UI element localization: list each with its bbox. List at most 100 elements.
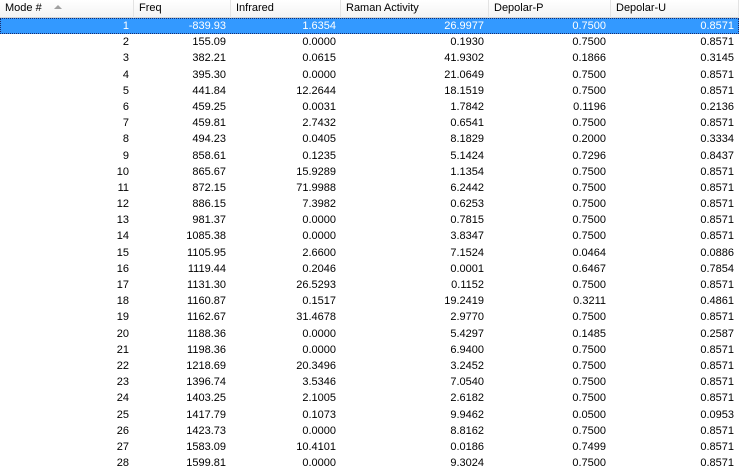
table-row[interactable]: 11 872.15 71.9988 6.2442 0.7500 0.8571 bbox=[0, 180, 739, 196]
table-cell: 0.3145 bbox=[700, 52, 734, 65]
table-cell: 71.9988 bbox=[296, 181, 336, 194]
table-cell: 7 bbox=[122, 117, 129, 130]
table-cell: 0.7500 bbox=[572, 36, 606, 49]
table-cell: 0.8571 bbox=[700, 181, 734, 194]
table-row[interactable]: 3 382.21 0.0615 41.9302 0.1866 0.3145 bbox=[0, 50, 739, 66]
table-cell: 31.4678 bbox=[296, 311, 336, 324]
table-cell: 21.0649 bbox=[444, 68, 484, 81]
table-cell: 26 bbox=[116, 424, 129, 437]
table-row[interactable]: 23 1396.74 3.5346 7.0540 0.7500 0.8571 bbox=[0, 374, 739, 390]
table-cell: 0.8571 bbox=[700, 84, 734, 97]
table-cell: 0.4861 bbox=[700, 295, 734, 308]
table-cell: 1085.38 bbox=[186, 230, 226, 243]
column-header-depolar-u[interactable]: Depolar-U bbox=[611, 0, 739, 18]
table-cell: 0.8571 bbox=[700, 457, 734, 469]
table-cell: 0.7500 bbox=[572, 392, 606, 405]
table-cell: 0.0000 bbox=[302, 457, 336, 469]
table-row[interactable]: 18 1160.87 0.1517 19.2419 0.3211 0.4861 bbox=[0, 293, 739, 309]
table-cell: 10.4101 bbox=[296, 440, 336, 453]
table-cell: 0.7854 bbox=[700, 262, 734, 275]
table-row[interactable]: 22 1218.69 20.3496 3.2452 0.7500 0.8571 bbox=[0, 358, 739, 374]
table-cell: 1403.25 bbox=[186, 392, 226, 405]
table-row[interactable]: 19 1162.67 31.4678 2.9770 0.7500 0.8571 bbox=[0, 309, 739, 325]
table-cell: 1.6354 bbox=[302, 20, 336, 32]
table-row[interactable]: 13 981.37 0.0000 0.7815 0.7500 0.8571 bbox=[0, 212, 739, 228]
table-cell: 0.7500 bbox=[572, 117, 606, 130]
table-cell: 6.2442 bbox=[450, 181, 484, 194]
table-cell: 0.7500 bbox=[572, 68, 606, 81]
column-header-label: Depolar-U bbox=[616, 2, 667, 14]
table-cell: 6 bbox=[122, 100, 129, 113]
modes-table: Mode # Freq Infrared Raman Activity Depo… bbox=[0, 0, 739, 469]
table-cell: 7.3982 bbox=[302, 198, 336, 211]
table-cell: 20 bbox=[116, 327, 129, 340]
table-cell: 1218.69 bbox=[186, 359, 226, 372]
table-row[interactable]: 8 494.23 0.0405 8.1829 0.2000 0.3334 bbox=[0, 131, 739, 147]
table-cell: 0.1485 bbox=[572, 327, 606, 340]
table-row[interactable]: 10 865.67 15.9289 1.1354 0.7500 0.8571 bbox=[0, 164, 739, 180]
table-cell: 2.7432 bbox=[302, 117, 336, 130]
table-cell: 0.1196 bbox=[573, 100, 606, 113]
table-cell: 13 bbox=[116, 214, 129, 227]
table-cell: 0.1073 bbox=[302, 408, 336, 421]
table-cell: 0.8571 bbox=[700, 440, 734, 453]
table-row[interactable]: 17 1131.30 26.5293 0.1152 0.7500 0.8571 bbox=[0, 277, 739, 293]
table-cell: 7.1524 bbox=[450, 246, 484, 259]
table-row[interactable]: 28 1599.81 0.0000 9.3024 0.7500 0.8571 bbox=[0, 455, 739, 469]
sort-ascending-icon bbox=[53, 5, 62, 10]
table-row[interactable]: 7 459.81 2.7432 0.6541 0.7500 0.8571 bbox=[0, 115, 739, 131]
table-cell: 0.7500 bbox=[572, 279, 606, 291]
column-header-freq[interactable]: Freq bbox=[134, 0, 231, 18]
table-cell: 441.84 bbox=[192, 84, 226, 97]
table-cell: 5.1424 bbox=[450, 149, 484, 162]
table-cell: 18.1519 bbox=[444, 84, 484, 97]
table-row[interactable]: 4 395.30 0.0000 21.0649 0.7500 0.8571 bbox=[0, 67, 739, 83]
table-cell: 0.0500 bbox=[572, 408, 606, 421]
table-cell: 1583.09 bbox=[186, 440, 226, 453]
table-cell: 9.3024 bbox=[450, 457, 484, 469]
table-cell: 0.0953 bbox=[700, 408, 734, 421]
table-row[interactable]: 21 1198.36 0.0000 6.9400 0.7500 0.8571 bbox=[0, 342, 739, 358]
table-row[interactable]: 5 441.84 12.2644 18.1519 0.7500 0.8571 bbox=[0, 83, 739, 99]
table-cell: 2.1005 bbox=[302, 392, 336, 405]
table-row[interactable]: 14 1085.38 0.0000 3.8347 0.7500 0.8571 bbox=[0, 228, 739, 244]
table-cell: 0.0000 bbox=[302, 230, 336, 243]
table-cell: 0.0000 bbox=[302, 68, 336, 81]
table-cell: 0.0000 bbox=[302, 327, 336, 340]
table-cell: 2 bbox=[122, 36, 129, 49]
table-cell: 5 bbox=[122, 84, 129, 97]
table-row[interactable]: 15 1105.95 2.6600 7.1524 0.0464 0.0886 bbox=[0, 245, 739, 261]
table-cell: 0.8571 bbox=[700, 424, 734, 437]
column-header-infrared[interactable]: Infrared bbox=[231, 0, 341, 18]
table-row[interactable]: 26 1423.73 0.0000 8.8162 0.7500 0.8571 bbox=[0, 423, 739, 439]
column-header-label: Raman Activity bbox=[346, 2, 419, 14]
column-header-raman-activity[interactable]: Raman Activity bbox=[341, 0, 489, 18]
table-row[interactable]: 9 858.61 0.1235 5.1424 0.7296 0.8437 bbox=[0, 148, 739, 164]
table-cell: 0.7500 bbox=[572, 84, 606, 97]
column-header-depolar-p[interactable]: Depolar-P bbox=[489, 0, 611, 18]
table-cell: 8 bbox=[122, 133, 129, 146]
table-cell: 0.7500 bbox=[572, 359, 606, 372]
table-row[interactable]: 12 886.15 7.3982 0.6253 0.7500 0.8571 bbox=[0, 196, 739, 212]
table-row[interactable]: 25 1417.79 0.1073 9.9462 0.0500 0.0953 bbox=[0, 407, 739, 423]
table-cell: 0.0000 bbox=[302, 36, 336, 49]
table-row[interactable]: 1 -839.93 1.6354 26.9977 0.7500 0.8571 bbox=[0, 18, 739, 35]
table-cell: 0.8571 bbox=[700, 311, 734, 324]
table-row[interactable]: 6 459.25 0.0031 1.7842 0.1196 0.2136 bbox=[0, 99, 739, 115]
table-cell: 16 bbox=[116, 262, 129, 275]
table-cell: 12 bbox=[116, 198, 129, 211]
table-cell: 0.1517 bbox=[302, 295, 336, 308]
table-row[interactable]: 20 1188.36 0.0000 5.4297 0.1485 0.2587 bbox=[0, 326, 739, 342]
table-row[interactable]: 16 1119.44 0.2046 0.0001 0.6467 0.7854 bbox=[0, 261, 739, 277]
table-cell: 23 bbox=[116, 376, 129, 389]
column-header-mode[interactable]: Mode # bbox=[0, 0, 134, 18]
table-cell: 8.8162 bbox=[450, 424, 484, 437]
table-row[interactable]: 2 155.09 0.0000 0.1930 0.7500 0.8571 bbox=[0, 34, 739, 50]
table-row[interactable]: 24 1403.25 2.1005 2.6182 0.7500 0.8571 bbox=[0, 390, 739, 406]
table-cell: 0.7500 bbox=[572, 198, 606, 211]
table-cell: 12.2644 bbox=[296, 84, 336, 97]
table-cell: 0.8571 bbox=[700, 359, 734, 372]
table-cell: 1396.74 bbox=[186, 376, 226, 389]
table-cell: 0.0000 bbox=[302, 343, 336, 356]
table-row[interactable]: 27 1583.09 10.4101 0.0186 0.7499 0.8571 bbox=[0, 439, 739, 455]
